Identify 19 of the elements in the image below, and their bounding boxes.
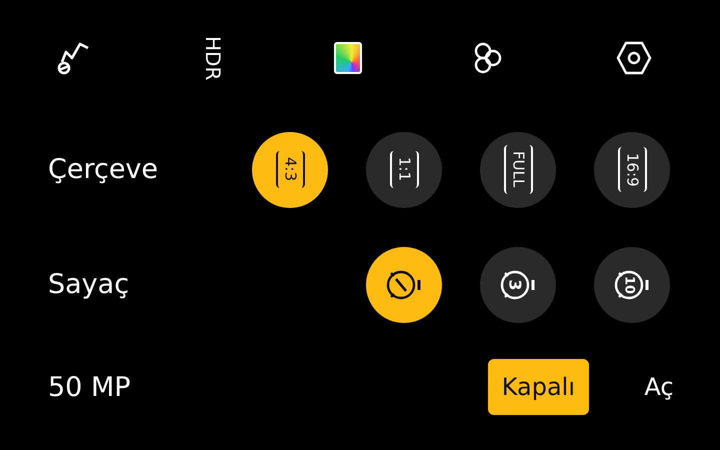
aspect-ratio-button[interactable]: FULL <box>480 132 556 208</box>
stopwatch-icon <box>386 270 420 299</box>
setting-label: 50 MP <box>48 372 132 402</box>
timer-seconds: 10 <box>622 275 636 294</box>
aspect-ratio-button[interactable]: 1:1 <box>366 132 442 208</box>
stopwatch-icon <box>500 270 534 299</box>
toggle-option[interactable]: Aç <box>629 359 689 415</box>
aspect-ratio-button[interactable]: 16:9 <box>594 132 670 208</box>
settings-icon[interactable] <box>615 39 653 77</box>
aspect-ratio-button[interactable]: 4:3 <box>252 132 328 208</box>
timer-button[interactable]: 10 <box>594 246 670 322</box>
setting-label: Çerçeve <box>48 154 160 185</box>
timer-seconds: 3 <box>506 278 524 290</box>
setting-label: Sayaç <box>48 269 130 300</box>
stopwatch-icon <box>614 270 648 299</box>
color-square-icon[interactable] <box>334 42 362 74</box>
toggle-option[interactable]: Kapalı <box>488 359 589 415</box>
timer-button[interactable]: 3 <box>480 246 556 322</box>
hdr-button[interactable]: HDR <box>200 36 225 80</box>
